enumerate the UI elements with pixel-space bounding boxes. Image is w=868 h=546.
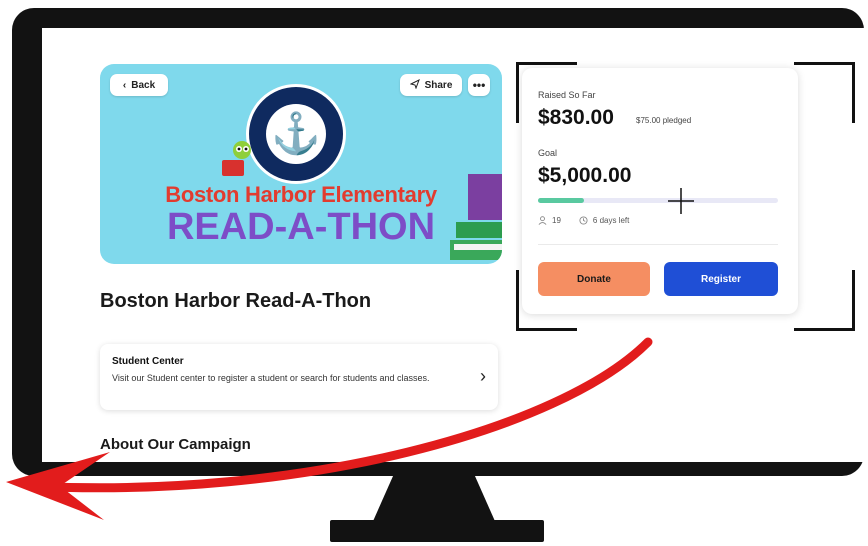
anchor-icon: ⚓	[266, 104, 326, 164]
student-center-title: Student Center	[112, 356, 184, 367]
bookworm-illustration	[222, 141, 251, 176]
share-button[interactable]: Share	[400, 74, 462, 96]
more-options-button[interactable]: •••	[468, 74, 490, 96]
goal-amount: $5,000.00	[538, 164, 632, 187]
focus-corner-top-left	[516, 62, 577, 123]
chevron-left-icon: ‹	[122, 79, 127, 91]
person-icon	[538, 216, 547, 225]
banner-school-name: Boston Harbor Elementary	[165, 182, 437, 207]
back-label: Back	[131, 79, 156, 91]
crosshair-cursor-icon	[668, 188, 694, 214]
student-center-description: Visit our Student center to register a s…	[112, 373, 430, 383]
focus-corner-top-right	[794, 62, 855, 123]
clock-icon	[579, 216, 588, 225]
monitor-stand-base	[330, 520, 544, 542]
monitor-frame: ‹ Back Share ••• ⚓ Boston Harbor Element…	[12, 8, 864, 476]
banner-event-name: READ-A-THON	[166, 206, 436, 248]
progress-bar	[538, 198, 778, 203]
back-button[interactable]: ‹ Back	[110, 74, 168, 96]
goal-label: Goal	[538, 148, 558, 158]
pledged-amount: $75.00 pledged	[636, 116, 692, 125]
campaign-stats: 19 6 days left	[538, 216, 629, 225]
page-title: Boston Harbor Read-A-Thon	[100, 290, 372, 312]
supporters-stat: 19	[538, 216, 561, 225]
monitor-screen: ‹ Back Share ••• ⚓ Boston Harbor Element…	[42, 28, 864, 462]
send-icon	[409, 78, 420, 92]
school-seal-logo: ⚓	[246, 84, 346, 184]
about-section-title: About Our Campaign	[100, 436, 251, 453]
chevron-right-icon: ›	[480, 366, 486, 386]
campaign-banner: ‹ Back Share ••• ⚓ Boston Harbor Element…	[100, 64, 502, 264]
progress-fill	[538, 198, 584, 203]
days-left-stat: 6 days left	[579, 216, 629, 225]
focus-corner-bottom-left	[516, 270, 577, 331]
register-button[interactable]: Register	[664, 262, 778, 296]
student-center-card[interactable]: Student Center Visit our Student center …	[100, 344, 498, 410]
share-label: Share	[424, 79, 453, 91]
ellipsis-icon: •••	[472, 78, 486, 92]
focus-corner-bottom-right	[794, 270, 855, 331]
days-left: 6 days left	[592, 216, 630, 225]
divider	[538, 244, 778, 245]
supporters-count: 19	[552, 216, 561, 225]
